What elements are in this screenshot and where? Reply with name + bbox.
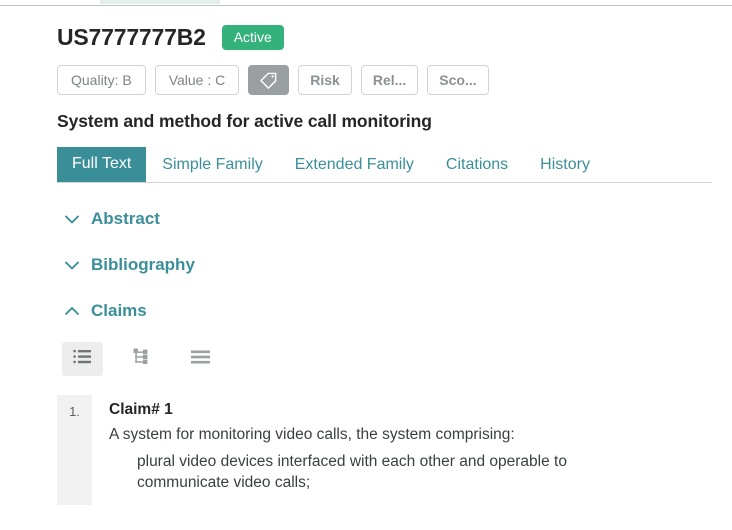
paragraph-view-button[interactable] xyxy=(180,342,221,376)
patent-detail-page: US7777777B2 Active Quality: B Value : C … xyxy=(0,6,732,530)
claim-body: Claim# 1 A system for monitoring video c… xyxy=(92,395,637,505)
quality-chip[interactable]: Quality: B xyxy=(57,65,146,95)
status-badge: Active xyxy=(221,24,284,50)
top-strip-remnant xyxy=(100,0,220,4)
section-header-bibliography[interactable]: Bibliography xyxy=(57,255,732,275)
relevance-chip[interactable]: Rel... xyxy=(360,65,419,95)
chevron-down-icon xyxy=(62,209,82,229)
claims-view-toolbar xyxy=(62,342,732,376)
patent-header: US7777777B2 Active xyxy=(57,6,732,56)
list-view-button[interactable] xyxy=(62,342,103,376)
metric-chip-row: Quality: B Value : C Risk Rel... Sco... xyxy=(57,64,732,96)
tab-citations[interactable]: Citations xyxy=(430,150,524,182)
tag-icon xyxy=(259,71,278,90)
claim-element: plural video devices interfaced with eac… xyxy=(137,452,567,491)
risk-chip[interactable]: Risk xyxy=(298,65,352,95)
section-label-bibliography: Bibliography xyxy=(91,255,195,274)
claim-item: 1. Claim# 1 A system for monitoring vide… xyxy=(57,395,677,505)
tab-bar: Full Text Simple Family Extended Family … xyxy=(57,145,712,183)
tree-view-icon xyxy=(133,348,151,370)
list-view-icon xyxy=(73,349,92,369)
score-chip[interactable]: Sco... xyxy=(427,65,489,95)
claim-index: 1. xyxy=(57,395,92,505)
page-title: System and method for active call monito… xyxy=(57,111,432,131)
tree-view-button[interactable] xyxy=(121,342,162,376)
tag-button[interactable] xyxy=(248,65,290,95)
claim-title: Claim# 1 xyxy=(109,401,173,418)
section-label-abstract: Abstract xyxy=(91,209,160,228)
chevron-up-icon xyxy=(62,301,82,321)
section-header-claims[interactable]: Claims xyxy=(57,301,732,321)
tab-full-text[interactable]: Full Text xyxy=(57,147,147,182)
claim-preamble: A system for monitoring video calls, the… xyxy=(109,426,515,443)
paragraph-view-icon xyxy=(191,350,210,369)
patent-number: US7777777B2 xyxy=(57,23,206,50)
chevron-down-icon xyxy=(62,255,82,275)
tab-extended-family[interactable]: Extended Family xyxy=(279,150,430,182)
section-label-claims: Claims xyxy=(91,301,147,320)
section-header-abstract[interactable]: Abstract xyxy=(57,209,732,229)
tab-history[interactable]: History xyxy=(524,150,606,182)
tab-simple-family[interactable]: Simple Family xyxy=(146,150,278,182)
value-chip[interactable]: Value : C xyxy=(154,65,240,95)
